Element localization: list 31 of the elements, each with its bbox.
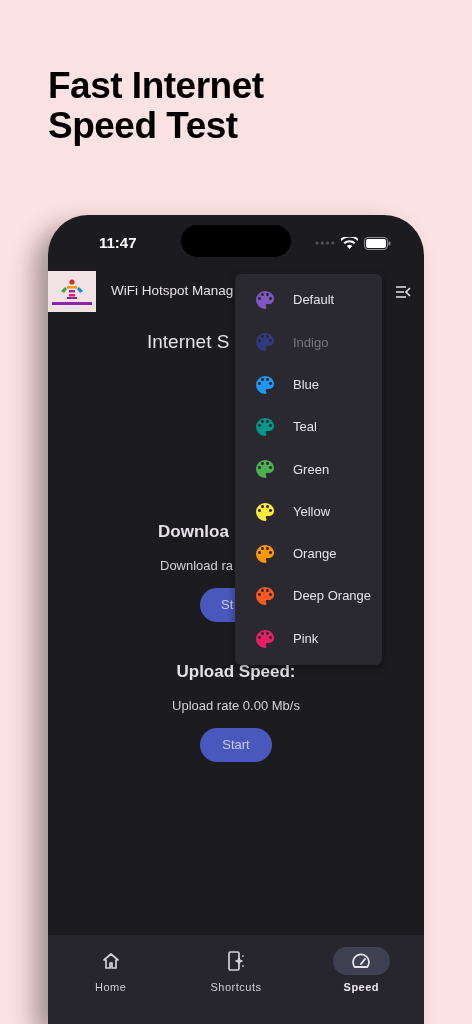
start-button[interactable]: Start — [200, 727, 272, 762]
theme-menu-item[interactable]: Pink — [235, 617, 382, 660]
page-heading: Internet S — [147, 330, 230, 354]
nav-label[interactable]: Shortcuts — [210, 979, 262, 996]
nav-label[interactable]: Speed — [343, 979, 380, 996]
signal-dots-icon — [315, 241, 335, 245]
headline: Fast Internet — [48, 66, 264, 106]
theme-menu-item[interactable]: Orange — [235, 532, 382, 576]
rate-text: Upload rate 0.00 Mb/s — [172, 697, 300, 715]
logo-drawing — [59, 278, 85, 301]
theme-menu-item[interactable]: Deep Orange — [235, 575, 382, 618]
battery-icon — [364, 236, 391, 250]
theme-menu-item[interactable]: Teal — [235, 405, 382, 449]
rate-text: Download ra — [160, 557, 233, 575]
menu-icon[interactable] — [395, 284, 411, 299]
theme-menu-item[interactable]: Default — [235, 279, 382, 322]
headline: Speed Test — [48, 106, 238, 146]
section-title: Upload Speed: — [176, 660, 296, 683]
theme-menu-item[interactable]: Blue — [235, 363, 382, 406]
logo-stripe-icon — [52, 301, 92, 305]
wifi-icon — [341, 237, 358, 249]
nav-tab[interactable] — [332, 947, 390, 975]
section-title: Downloa — [158, 520, 229, 543]
theme-menu-item[interactable]: Green — [235, 448, 382, 491]
nav-label[interactable]: Home — [95, 979, 127, 996]
phone-sparkle-icon — [227, 951, 245, 971]
speedometer-icon — [351, 952, 372, 970]
app-title: WiFi Hotspot Manag — [111, 282, 234, 301]
status-time: 11:47 — [99, 232, 137, 253]
theme-menu-item[interactable]: Yellow — [235, 490, 382, 533]
home-icon — [101, 952, 120, 970]
